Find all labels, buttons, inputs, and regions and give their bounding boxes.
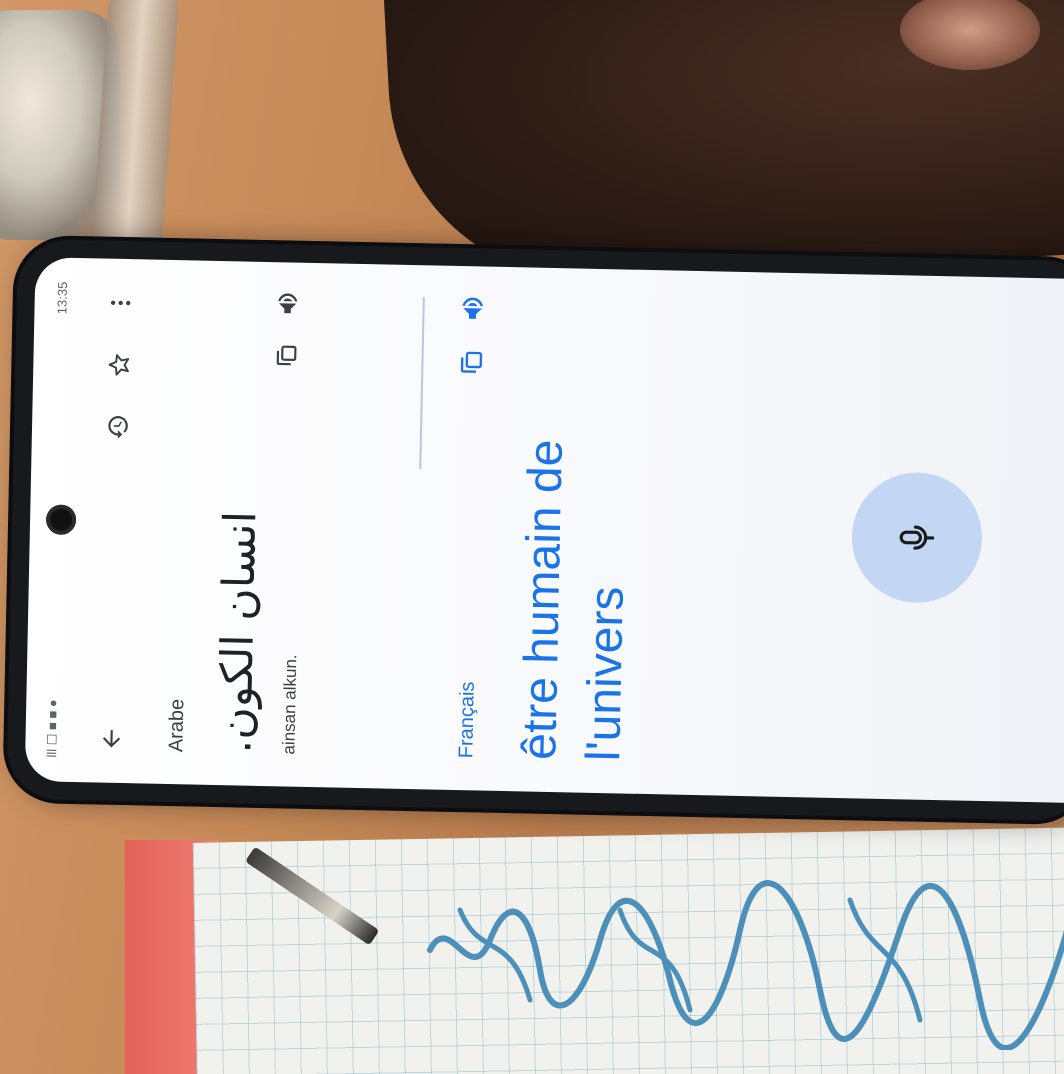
history-icon[interactable]: [96, 404, 141, 449]
copy-icon[interactable]: [273, 342, 305, 369]
panel-divider: [419, 297, 425, 470]
source-panel: Arabe انسان الكون. ainsan alkun.: [165, 288, 309, 755]
phone: lll ☐ ■ ■ ● 13:35 Arabe انسان الكون. ain…: [6, 238, 1064, 822]
translate-screen: lll ☐ ■ ■ ● 13:35 Arabe انسان الكون. ain…: [24, 257, 1064, 805]
status-clock: 13:35: [54, 282, 70, 315]
translated-text: être humain de l'univers: [513, 439, 634, 762]
source-actions: [273, 290, 306, 369]
status-bar: lll ☐ ■ ■ ● 13:35: [39, 281, 75, 758]
target-panel: Français être humain de l'univers: [455, 294, 646, 762]
source-text[interactable]: انسان الكون.: [210, 289, 271, 754]
speaker-icon[interactable]: [274, 290, 306, 317]
toolbar: [87, 280, 145, 761]
star-icon[interactable]: [97, 342, 142, 387]
status-time: 13:35: [53, 281, 70, 315]
target-actions: [457, 294, 492, 377]
source-language-label[interactable]: Arabe: [165, 288, 198, 753]
arrow-left-icon[interactable]: [89, 716, 134, 761]
status-indicators-text: lll ☐ ■ ■ ●: [44, 699, 61, 758]
speaker-icon[interactable]: [458, 294, 492, 323]
more-vert-icon[interactable]: [98, 280, 143, 325]
phone-wrapper: lll ☐ ■ ■ ● 13:35 Arabe انسان الكون. ain…: [0, 0, 1064, 1074]
mic-button[interactable]: [850, 471, 984, 604]
status-indicators: lll ☐ ■ ■ ●: [44, 699, 61, 758]
mic-icon: [899, 525, 935, 550]
copy-icon[interactable]: [457, 348, 491, 377]
